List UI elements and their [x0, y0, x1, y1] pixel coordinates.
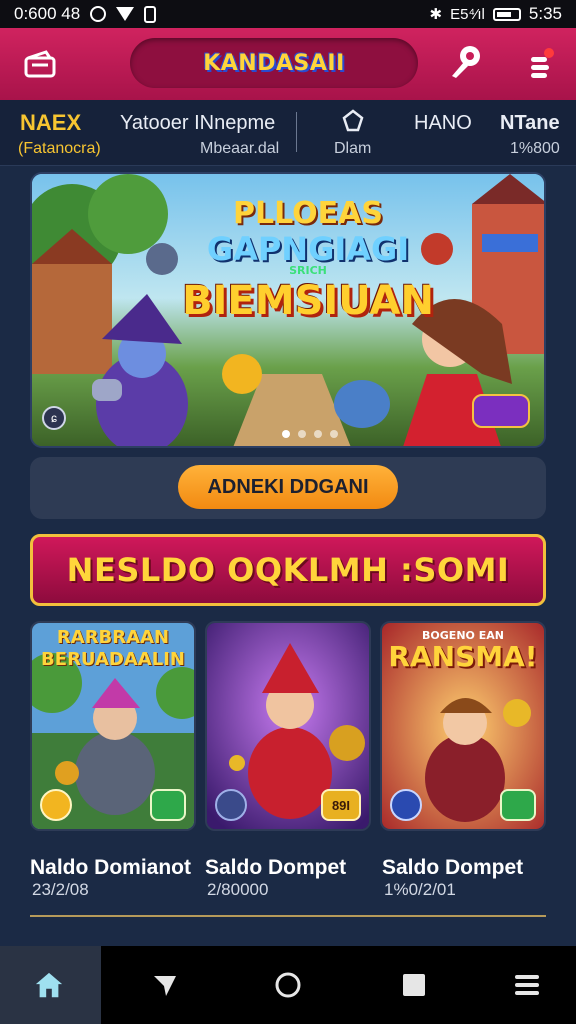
carousel-dots[interactable] [282, 430, 338, 438]
section-divider [30, 915, 546, 917]
card-label: Naldo Domianot [30, 856, 191, 879]
status-bar: 0:600 48 ✱ E5⁴⁄ıl 5:35 [0, 0, 576, 28]
action-panel: ADNEKI DDGANI [30, 457, 546, 519]
status-time: 5:35 [528, 4, 562, 23]
primary-action-button[interactable]: ADNEKI DDGANI [178, 465, 398, 509]
col3-label: HANO [414, 112, 472, 134]
whatsapp-icon [90, 6, 107, 22]
menu-notification-icon[interactable] [522, 44, 562, 84]
stats-strip: NAEX (Fatanocra) Yatooer INnepme Mbeaar.… [0, 100, 576, 166]
send-icon[interactable] [150, 970, 180, 1000]
wallet-icon[interactable] [20, 44, 60, 84]
banner-title-line1: PLLOEAS [233, 196, 383, 231]
user-line1: Yatooer INnepme [120, 112, 276, 134]
logo-text: KANDASAII [203, 50, 345, 76]
banner-info-icon[interactable]: ɕ [42, 406, 66, 430]
app-header: KANDASAII [0, 28, 576, 100]
card-title-line: RARBRAAN BERUADAALIN [41, 627, 185, 670]
menu-icon[interactable] [512, 970, 542, 1000]
home-icon[interactable] [34, 970, 64, 1000]
card-value: 2/80000 [207, 880, 269, 899]
game-card[interactable]: 89I [205, 621, 371, 831]
carousel-dot[interactable] [298, 430, 306, 438]
game-card[interactable]: RARBRAAN BERUADAALIN [30, 621, 196, 831]
bluetooth-icon: ✱ [429, 6, 443, 23]
game-card[interactable]: BOGENO EAN RANSMA! [380, 621, 546, 831]
ticket-icon [150, 789, 186, 821]
user-line2: Mbeaar.dal [200, 140, 280, 157]
banner-title-line2: GAPNGIAGI [206, 230, 410, 268]
square-icon[interactable] [399, 970, 429, 1000]
wifi-icon [116, 7, 135, 21]
hero-banner[interactable]: PLLOEAS GAPNGIAGI SRICH BIEMSIUAN ɕ [30, 172, 546, 448]
promo-text: NESLDO OQKLMH :SOMI [66, 551, 510, 589]
refresh-icon [500, 789, 536, 821]
rocket-search-icon[interactable] [446, 42, 486, 82]
battery-icon [492, 7, 521, 21]
nav-home-tab[interactable] [0, 946, 101, 1024]
promo-banner[interactable]: NESLDO OQKLMH :SOMI [30, 534, 546, 606]
bottom-navigation [0, 946, 576, 1024]
card-label: Saldo Dompet [205, 856, 347, 879]
gold-sub: (Fatanocra) [18, 140, 101, 157]
carousel-dot[interactable] [282, 430, 290, 438]
carousel-dot[interactable] [330, 430, 338, 438]
app-logo[interactable]: KANDASAII [130, 38, 418, 88]
circle-icon[interactable] [273, 970, 303, 1000]
badge-icon[interactable] [340, 108, 366, 139]
signal-text: E5⁴⁄ıl [450, 5, 485, 23]
coin-icon [40, 789, 72, 821]
card-title: RANSMA! [388, 640, 538, 673]
card-value: 1%0/2/01 [384, 880, 456, 899]
card-label: Saldo Dompet [382, 856, 524, 879]
clipboard-icon [144, 5, 157, 23]
banner-chip-icon[interactable] [472, 394, 530, 428]
banner-title-line3: BIEMSIUAN [182, 278, 434, 324]
bolt-icon [390, 789, 422, 821]
gold-label: NAEX [20, 110, 82, 135]
bell-icon [215, 789, 247, 821]
card-title: RARBRAAN BERUADAALIN [32, 627, 194, 671]
banner-title-small: SRICH [289, 264, 327, 277]
card-badge: 89I [321, 789, 361, 821]
col4-label: NTane [500, 112, 560, 134]
status-left-text: 0:600 48 [14, 4, 81, 23]
carousel-dot[interactable] [314, 430, 322, 438]
card-value: 23/2/08 [32, 880, 89, 899]
stats-divider [296, 112, 297, 152]
icon-label: Dlam [334, 140, 372, 157]
col4-value: 1%800 [510, 140, 560, 157]
